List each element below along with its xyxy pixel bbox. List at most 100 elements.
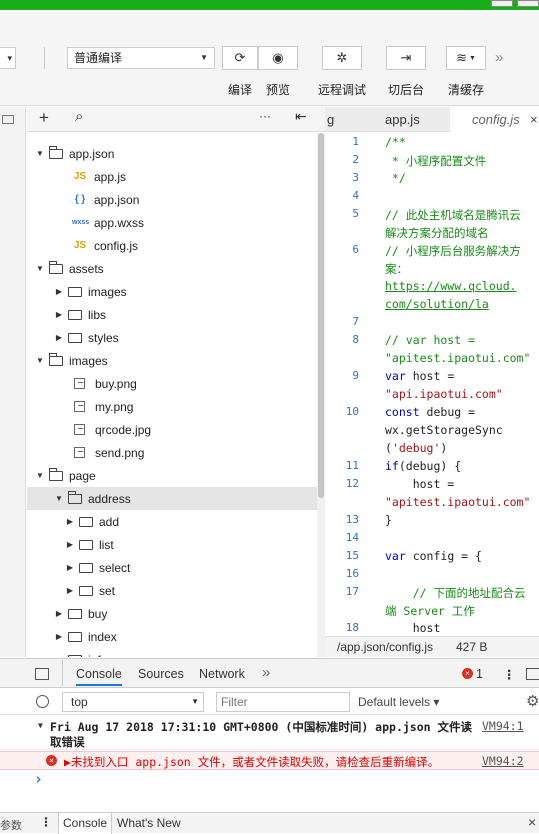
console-group-message[interactable]: ▼ Fri Aug 17 2018 17:31:10 GMT+0800 (中国标… [0, 716, 539, 750]
drawer-menu-icon[interactable]: ⋮ [40, 815, 52, 829]
tree-item-label: index [88, 629, 117, 644]
tree-item[interactable]: my.png [27, 395, 317, 418]
remote-debug-button[interactable]: ✲ [322, 46, 362, 70]
chevron-right-icon[interactable]: ▶ [65, 517, 75, 526]
tree-item[interactable]: ▼ images [27, 349, 317, 372]
code-token: ( [385, 441, 392, 455]
tree-item[interactable]: ▶ buy [27, 602, 317, 625]
chevron-right-icon[interactable]: ▶ [54, 287, 64, 296]
tree-item-label: page [69, 468, 96, 483]
folder-icon [79, 562, 93, 573]
chevron-right-icon[interactable]: ▶ [54, 609, 64, 618]
mode-select[interactable]: ▾ [0, 47, 16, 69]
tree-item[interactable]: ▶ set [27, 579, 317, 602]
chevron-right-icon[interactable]: ▶ [65, 563, 75, 572]
inspect-element-icon[interactable] [35, 668, 49, 680]
chevron-down-icon[interactable]: ▼ [35, 264, 45, 273]
log-levels-select[interactable]: Default levels ▾ [358, 695, 439, 709]
code-token: host [385, 621, 441, 635]
console-filter-bar: top ▼ Default levels ▾ ⚙ [0, 689, 539, 715]
tree-item[interactable]: { } app.json [27, 188, 317, 211]
chevron-right-icon[interactable]: ▶ [54, 310, 64, 319]
source-link[interactable]: VM94:2 [482, 754, 524, 768]
compile-mode-select[interactable]: 普通编译 ▼ [67, 47, 215, 69]
tree-item[interactable]: JS app.js [27, 165, 317, 188]
tree-item[interactable]: wxss app.wxss [27, 211, 317, 234]
tab-app-js[interactable]: app.js [385, 107, 445, 132]
tree-item[interactable]: ▼ address [27, 487, 317, 510]
code-editor[interactable]: 1 /** 2 * 小程序配置文件 3 */ 4 5 // 此处主机域名是腾讯云 解决方案分配… [325, 133, 539, 635]
code-line: host [385, 621, 441, 635]
gear-icon[interactable]: ⚙ [526, 692, 539, 710]
code-token: var [385, 369, 406, 383]
tree-item[interactable]: qrcode.jpg [27, 418, 317, 441]
group-message-text-cont: 取错误 [50, 735, 85, 749]
more-tools-icon[interactable]: » [495, 49, 503, 66]
maximize-button[interactable] [517, 0, 539, 7]
chevron-right-icon[interactable]: ▶ [65, 540, 75, 549]
tree-item[interactable]: ▶ styles [27, 326, 317, 349]
more-options-icon[interactable]: ··· [259, 109, 271, 123]
code-token: com/solution/la [385, 297, 489, 311]
tree-item[interactable]: ▶ info [27, 648, 317, 657]
tab-console[interactable]: Console [76, 667, 122, 686]
chevron-down-icon[interactable]: ▼ [35, 149, 45, 158]
dock-side-icon[interactable] [526, 668, 539, 680]
chevron-right-icon[interactable]: ▶ [54, 632, 64, 641]
image-file-icon [74, 378, 85, 389]
drawer-tab-whats-new[interactable]: What's New [117, 816, 181, 830]
tree-item[interactable]: buy.png [27, 372, 317, 395]
clear-console-icon[interactable] [36, 695, 49, 708]
tab-config-js[interactable]: config.js × [450, 107, 539, 132]
clear-cache-button[interactable]: ≋ ▼ [446, 46, 486, 70]
code-line: const debug = [385, 405, 475, 419]
tree-item[interactable]: ▶ list [27, 533, 317, 556]
tree-item[interactable]: ▼ app.json [27, 142, 317, 165]
tab-network[interactable]: Network [199, 667, 245, 681]
tree-item[interactable]: ▶ add [27, 510, 317, 533]
collapse-panel-icon[interactable]: ⇤ [295, 108, 307, 125]
search-icon[interactable]: ⌕ [75, 108, 83, 125]
tree-item[interactable]: ▶ index [27, 625, 317, 648]
background-label: 切后台 [387, 83, 424, 97]
console-prompt[interactable]: › [34, 770, 43, 788]
minimize-button[interactable] [491, 0, 513, 7]
console-filter-input[interactable] [216, 692, 350, 712]
remote-debug-label: 远程调试 [317, 83, 366, 97]
add-file-icon[interactable]: + [39, 108, 49, 128]
source-link[interactable]: VM94:1 [482, 719, 524, 733]
background-button[interactable]: ⇥ [386, 46, 426, 70]
drawer-tab-console[interactable]: Console [58, 813, 113, 834]
tree-item[interactable]: ▼ assets [27, 257, 317, 280]
chevron-down-icon[interactable]: ▼ [35, 356, 45, 365]
tree-item[interactable]: ▶ select [27, 556, 317, 579]
divider [62, 660, 63, 686]
tree-item[interactable]: ▶ images [27, 280, 317, 303]
close-tab-icon[interactable]: × [530, 107, 538, 132]
error-icon: × [46, 755, 57, 766]
tree-item[interactable]: ▼ page [27, 464, 317, 487]
chevron-right-icon[interactable]: ▶ [54, 333, 64, 342]
chevron-right-icon[interactable]: ▶ [65, 586, 75, 595]
kebab-menu-icon[interactable]: ⋮ [503, 667, 516, 682]
folder-icon [79, 516, 93, 527]
tree-item[interactable]: ▶ libs [27, 303, 317, 326]
folder-icon [68, 286, 82, 297]
tree-item[interactable]: JS config.js [27, 234, 317, 257]
line-number: 3 [352, 171, 359, 184]
chevron-right-icon[interactable]: ▶ [54, 655, 64, 657]
more-tabs-icon[interactable]: » [262, 664, 270, 681]
chevron-down-icon[interactable]: ▼ [35, 471, 45, 480]
panel-toggle-icon[interactable] [2, 115, 14, 124]
close-drawer-icon[interactable]: × [528, 814, 536, 830]
preview-button[interactable]: ◉ [258, 46, 298, 70]
chevron-down-icon[interactable]: ▼ [54, 494, 64, 503]
tree-item[interactable]: send.png [27, 441, 317, 464]
compile-button[interactable]: ⟳ [222, 46, 258, 70]
error-count[interactable]: 1 [476, 667, 483, 681]
tab-partial[interactable]: g [325, 107, 347, 132]
file-tree-scroll-thumb[interactable] [318, 133, 324, 498]
console-error-message[interactable]: × ▶未找到入口 app.json 文件，或者文件读取失败，请检查后重新编译。 … [0, 751, 539, 770]
context-select[interactable]: top ▼ [62, 692, 204, 712]
tab-sources[interactable]: Sources [138, 667, 184, 681]
